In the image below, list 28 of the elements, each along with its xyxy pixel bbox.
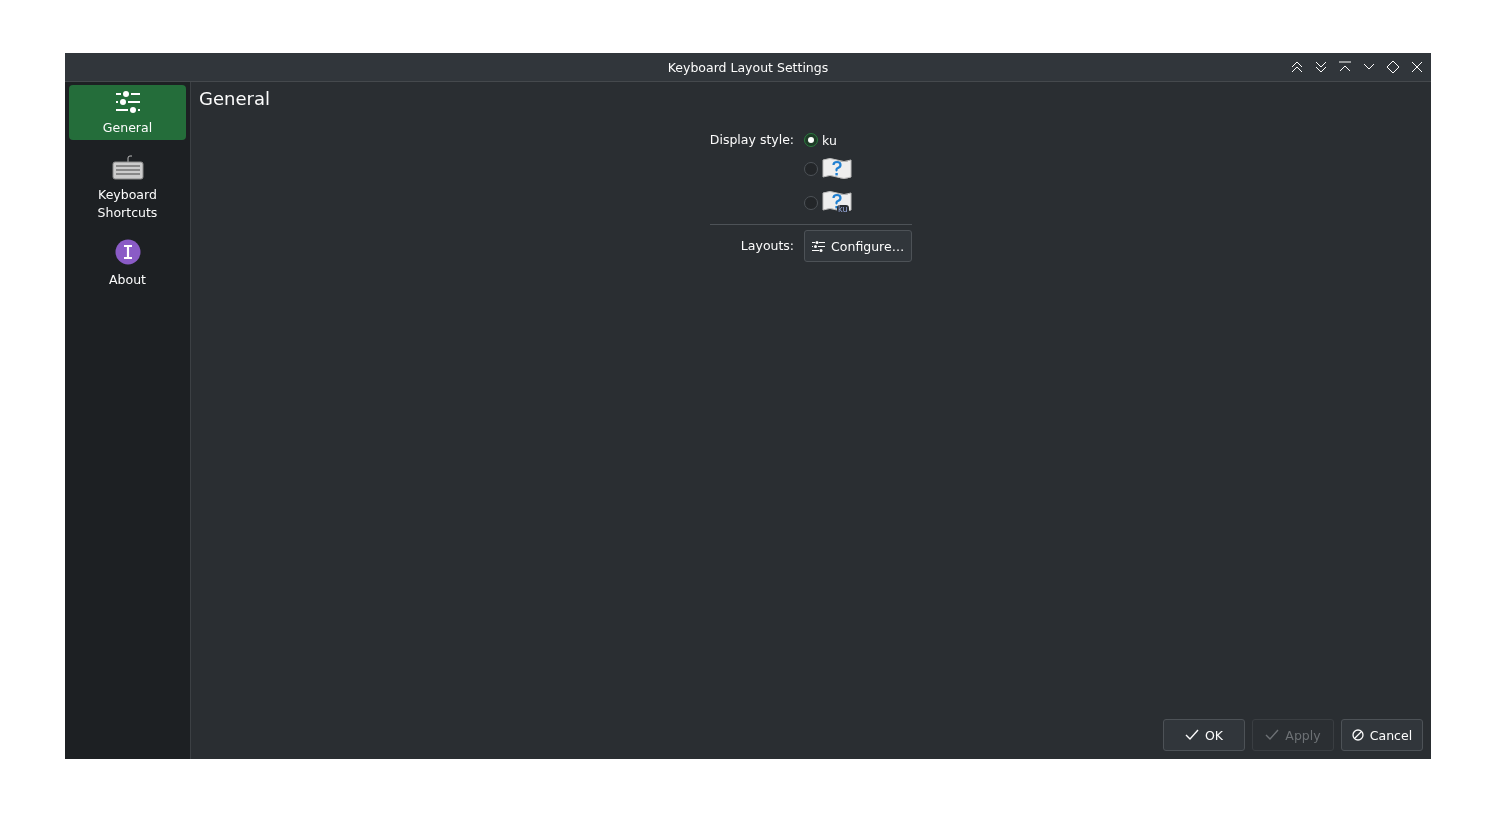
maximize-icon[interactable] (1385, 59, 1401, 75)
check-icon (1184, 729, 1199, 741)
close-icon[interactable] (1409, 59, 1425, 75)
sliders-icon (114, 91, 141, 113)
sidebar-item[interactable]: About (69, 233, 186, 292)
info-icon (114, 239, 141, 265)
dialog-button[interactable]: OK (1163, 719, 1245, 751)
keyboard-icon (111, 154, 144, 180)
keep-below-icon[interactable] (1313, 59, 1329, 75)
layout-badge: ku (837, 205, 849, 214)
flag-icon (822, 157, 853, 181)
field-label: Display style: (709, 132, 795, 149)
field-label: Layouts: (740, 238, 795, 254)
radio-button[interactable] (804, 196, 819, 210)
dialog-button[interactable]: Cancel (1341, 719, 1423, 751)
check-icon (1265, 729, 1280, 741)
radio-button[interactable] (804, 162, 819, 176)
configure-button[interactable]: Configure… (804, 230, 913, 262)
sidebar-item[interactable]: Keyboard Shortcuts (69, 148, 186, 225)
sidebar-item[interactable]: General (69, 85, 186, 140)
keep-above-icon[interactable] (1289, 59, 1305, 75)
radio-button[interactable] (804, 133, 819, 147)
window-title: Keyboard Layout Settings (667, 59, 829, 75)
flag-icon (822, 190, 853, 214)
option-label: ku (822, 132, 837, 148)
sliders-icon (812, 240, 826, 252)
page-heading: General (199, 88, 271, 111)
cancel-icon (1351, 729, 1364, 741)
